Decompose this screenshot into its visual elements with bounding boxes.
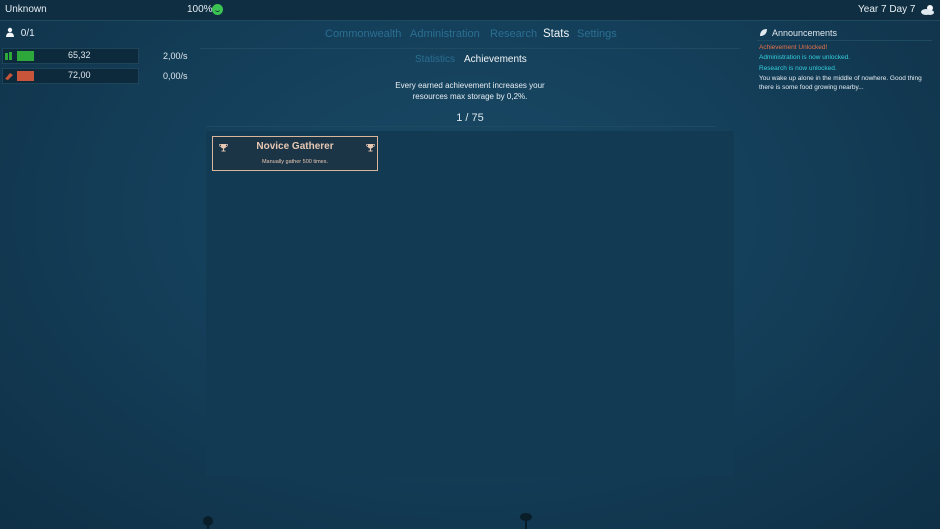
- main-nav: Commonwealth Administration Research Sta…: [200, 28, 740, 48]
- achievement-title: Novice Gatherer: [256, 141, 334, 152]
- resource-rate: 0,00/s: [163, 71, 188, 81]
- population-count: 0/1: [20, 28, 35, 39]
- date-label: Year 7 Day 7: [858, 4, 916, 15]
- announcement-item: Administration is now unlocked.: [759, 54, 851, 61]
- tab-administration[interactable]: Administration: [410, 28, 480, 40]
- trophy-icon: [366, 144, 375, 152]
- achievement-subtitle: Manually gather 500 times.: [261, 159, 329, 165]
- achievement-card: Novice Gatherer Manually gather 500 time…: [212, 136, 378, 171]
- announcements-divider: [757, 40, 932, 41]
- nav-divider: [200, 48, 740, 49]
- cloud-sun-icon: [921, 5, 934, 15]
- resource-food[interactable]: 65,32: [2, 48, 139, 64]
- announcement-item: Research is now unlocked.: [759, 65, 837, 72]
- tab-achievements[interactable]: Achievements: [464, 54, 527, 65]
- top-bar: Unknown 100% Year 7 Day 7: [0, 0, 940, 21]
- population: 0/1: [5, 27, 35, 39]
- resource-rate: 2,00/s: [163, 51, 188, 61]
- announcement-item: You wake up alone in the middle of nowhe…: [759, 75, 922, 91]
- location-label: Unknown: [5, 4, 47, 15]
- achievements-description: Every earned achievement increases your …: [395, 81, 545, 101]
- announcement-item: Achievement Unlocked!: [759, 44, 828, 51]
- announcements-header: Announcements: [759, 28, 837, 38]
- leaf-icon: [760, 29, 767, 36]
- resource-wood[interactable]: 72,00: [2, 68, 139, 84]
- tab-statistics[interactable]: Statistics: [415, 54, 455, 65]
- resource-amount: 65,32: [68, 50, 91, 60]
- resource-amount: 72,00: [68, 70, 91, 80]
- log-icon: [5, 73, 13, 80]
- tree-icon: [520, 513, 532, 529]
- tab-settings[interactable]: Settings: [577, 28, 617, 40]
- plant-icon: [5, 52, 12, 60]
- resource-bar: [17, 51, 34, 61]
- tab-commonwealth[interactable]: Commonwealth: [325, 28, 401, 40]
- tab-stats[interactable]: Stats: [543, 28, 569, 40]
- person-icon: [6, 27, 14, 37]
- happiness-value: 100%: [187, 4, 213, 15]
- achievements-counter: 1 / 75: [456, 112, 484, 124]
- resource-bar: [17, 71, 34, 81]
- achievements-panel: [206, 131, 734, 476]
- tab-research[interactable]: Research: [490, 28, 537, 40]
- announcements-title: Announcements: [772, 28, 838, 38]
- smile-icon: [212, 4, 223, 15]
- tree-icon: [203, 516, 213, 529]
- counter-divider: [206, 126, 716, 127]
